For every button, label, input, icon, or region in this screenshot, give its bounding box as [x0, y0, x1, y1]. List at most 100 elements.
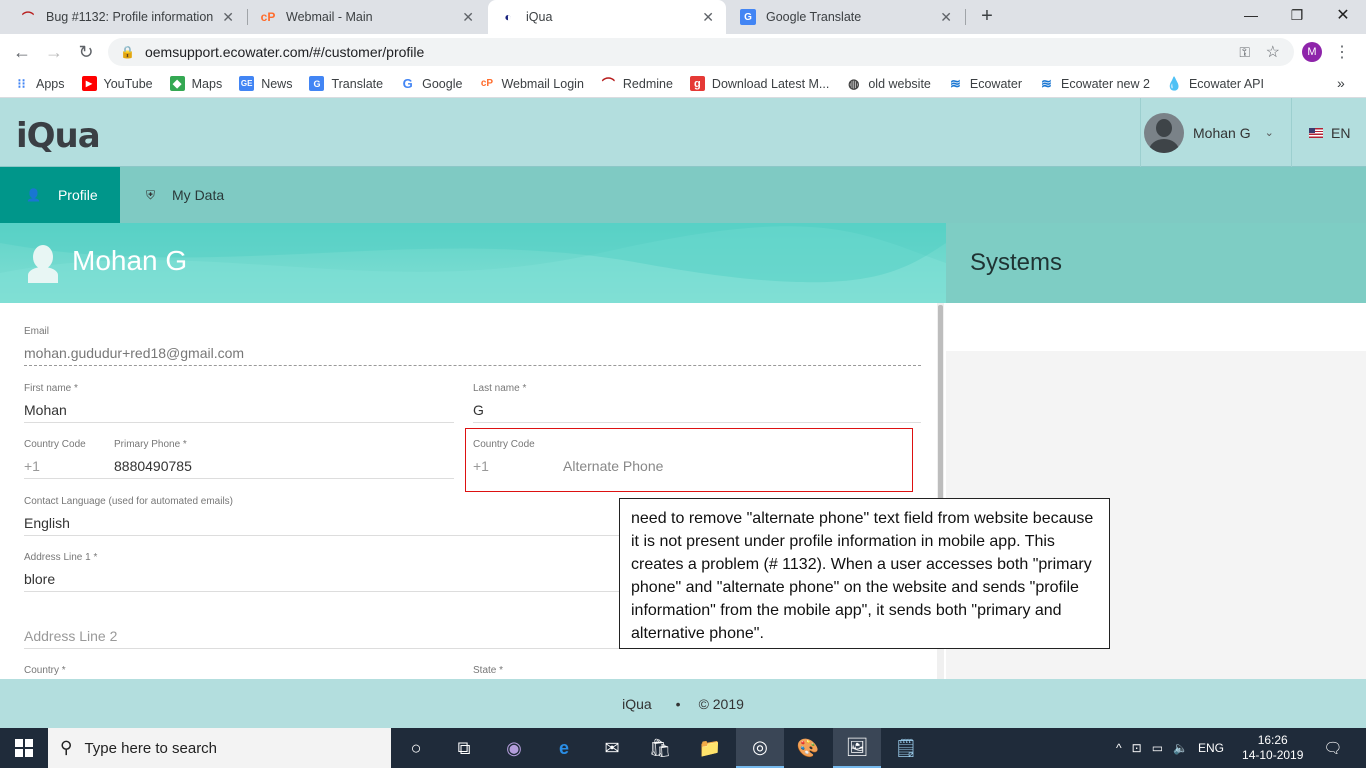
footer-copyright: © 2019	[698, 695, 744, 712]
tab-title: Bug #1132: Profile information e	[46, 10, 215, 24]
close-window-button[interactable]: ✕	[1320, 0, 1366, 30]
last-name-value[interactable]: G	[473, 402, 921, 418]
app-header: iQua Mohan G ⌄ EN	[0, 98, 1366, 167]
state-field[interactable]: State *	[473, 665, 921, 679]
start-button[interactable]	[0, 728, 48, 768]
forward-button[interactable]: →	[42, 40, 66, 64]
bookmark-youtube[interactable]: ▶ YouTube	[81, 76, 153, 91]
footer-brand: iQua	[622, 695, 652, 712]
network-icon[interactable]: ⊡	[1132, 741, 1142, 755]
country-code-label: Country Code	[24, 439, 86, 450]
first-name-field[interactable]: First name * Mohan	[24, 383, 454, 423]
user-menu[interactable]: Mohan G ⌄	[1140, 98, 1292, 167]
key-icon[interactable]: ⚿	[1239, 44, 1250, 61]
youtube-icon: ▶	[81, 76, 97, 91]
bookmark-webmail-login[interactable]: cP Webmail Login	[479, 76, 584, 91]
systems-header: Systems	[946, 223, 1366, 303]
photos-icon[interactable]: 🖼	[833, 728, 881, 768]
task-view-icon[interactable]: ⧉	[440, 728, 488, 768]
profile-avatar[interactable]: M	[1302, 42, 1322, 62]
volume-icon[interactable]: 🔈	[1173, 741, 1188, 755]
minimize-button[interactable]: —	[1228, 0, 1274, 30]
restore-button[interactable]: ❐	[1274, 0, 1320, 30]
last-name-field[interactable]: Last name * G	[473, 383, 921, 423]
primary-phone-field[interactable]: Primary Phone * 8880490785	[114, 439, 454, 474]
cortana-icon[interactable]: ○	[392, 728, 440, 768]
bookmark-translate[interactable]: G Translate	[309, 76, 383, 91]
address-bar[interactable]: 🔒 oemsupport.ecowater.com/#/customer/pro…	[108, 38, 1294, 66]
tab-bug-1132[interactable]: ⌒ Bug #1132: Profile information e ✕	[8, 0, 246, 34]
maps-icon: ◆	[169, 76, 185, 91]
primary-phone-value[interactable]: 8880490785	[114, 458, 454, 474]
annotation-note: need to remove "alternate phone" text fi…	[619, 498, 1110, 649]
cpanel-icon: cP	[260, 10, 276, 24]
notifications-icon[interactable]: 🗨	[1323, 739, 1342, 757]
bookmark-redmine[interactable]: ⌒ Redmine	[601, 76, 673, 93]
systems-panel-strip	[946, 303, 1366, 351]
mail-icon[interactable]: ✉	[588, 728, 636, 768]
close-tab-icon[interactable]: ✕	[940, 9, 952, 26]
file-explorer-icon[interactable]: 📁	[686, 728, 734, 768]
bookmark-news[interactable]: GE News	[239, 76, 292, 91]
close-tab-icon[interactable]: ✕	[222, 9, 234, 26]
first-name-value[interactable]: Mohan	[24, 402, 454, 418]
bookmark-label: Webmail Login	[501, 76, 584, 91]
bookmark-download-latest[interactable]: g Download Latest M...	[689, 76, 829, 91]
email-value: mohan.gududur+red18@gmail.com	[24, 345, 245, 361]
chrome-icon[interactable]: ◎	[736, 728, 784, 768]
bookmark-star-icon[interactable]: ☆	[1266, 42, 1280, 62]
windows-logo-icon	[15, 739, 33, 757]
menu-kebab-icon[interactable]: ⋮	[1334, 42, 1350, 62]
lock-icon: 🔒	[120, 45, 135, 59]
reload-button[interactable]: ↻	[74, 40, 98, 64]
apps-grid-icon: ⁝⁝	[17, 75, 26, 91]
country-code-value[interactable]: +1	[24, 458, 114, 474]
news-icon: GE	[239, 76, 255, 91]
country-field[interactable]: Country *	[24, 665, 454, 679]
close-tab-icon[interactable]: ✕	[702, 9, 714, 26]
footer-bullet: •	[675, 695, 681, 712]
battery-icon[interactable]: ▭	[1152, 741, 1163, 755]
tray-chevron-icon[interactable]: ^	[1116, 741, 1122, 755]
cpanel-icon: cP	[480, 78, 494, 89]
system-tray: ^ ⊡ ▭ 🔈 ENG 16:26 14-10-2019 🗨	[1110, 728, 1366, 768]
ecowater-icon: ≋	[1041, 75, 1052, 91]
bookmark-ecowater-api[interactable]: 💧 Ecowater API	[1166, 76, 1264, 91]
email-underline	[24, 365, 921, 366]
country-label: Country *	[24, 665, 66, 676]
country-code-field[interactable]: Country Code +1	[24, 439, 114, 474]
tab-profile[interactable]: 👤 Profile	[0, 167, 120, 223]
tab-divider	[965, 9, 966, 25]
new-tab-button[interactable]: +	[976, 5, 998, 27]
scrollbar-thumb[interactable]	[938, 305, 943, 515]
bookmark-label: old website	[868, 76, 931, 91]
tab-iqua[interactable]: ◐ iQua ✕	[488, 0, 726, 34]
close-tab-icon[interactable]: ✕	[462, 9, 474, 26]
tab-google-translate[interactable]: G Google Translate ✕	[728, 0, 964, 34]
tab-my-data[interactable]: ⛨ My Data	[120, 167, 260, 223]
notepad-icon[interactable]: 🗒	[882, 728, 930, 768]
tab-my-data-label: My Data	[172, 187, 225, 203]
tab-webmail[interactable]: cP Webmail - Main ✕	[248, 0, 486, 34]
paint-icon[interactable]: 🎨	[784, 728, 832, 768]
store-icon[interactable]: 🛍	[636, 728, 684, 768]
taskbar-search-box[interactable]: ⚲ Type here to search	[48, 728, 391, 768]
iqua-logo[interactable]: iQua	[16, 116, 101, 156]
clock[interactable]: 16:26 14-10-2019	[1242, 733, 1303, 763]
eclipse-icon[interactable]: ◉	[490, 728, 538, 768]
iqua-icon: ◐	[504, 10, 512, 24]
bookmark-ecowater[interactable]: ≋ Ecowater	[948, 76, 1022, 91]
more-bookmarks-button[interactable]: »	[1337, 75, 1345, 91]
bookmark-maps[interactable]: ◆ Maps	[169, 76, 222, 91]
bookmark-google[interactable]: G Google	[400, 76, 463, 91]
state-label: State *	[473, 665, 504, 676]
us-flag-icon	[1309, 127, 1323, 138]
back-button[interactable]: ←	[10, 40, 34, 64]
bookmark-apps[interactable]: ⁝⁝ Apps	[14, 75, 64, 91]
language-selector[interactable]: EN	[1300, 98, 1366, 167]
clock-time: 16:26	[1257, 733, 1288, 747]
edge-icon[interactable]: e	[540, 728, 588, 768]
bookmark-ecowater-new-2[interactable]: ≋ Ecowater new 2	[1039, 76, 1150, 91]
bookmark-old-website[interactable]: ◍ old website	[846, 76, 931, 91]
language-indicator[interactable]: ENG	[1198, 741, 1224, 755]
